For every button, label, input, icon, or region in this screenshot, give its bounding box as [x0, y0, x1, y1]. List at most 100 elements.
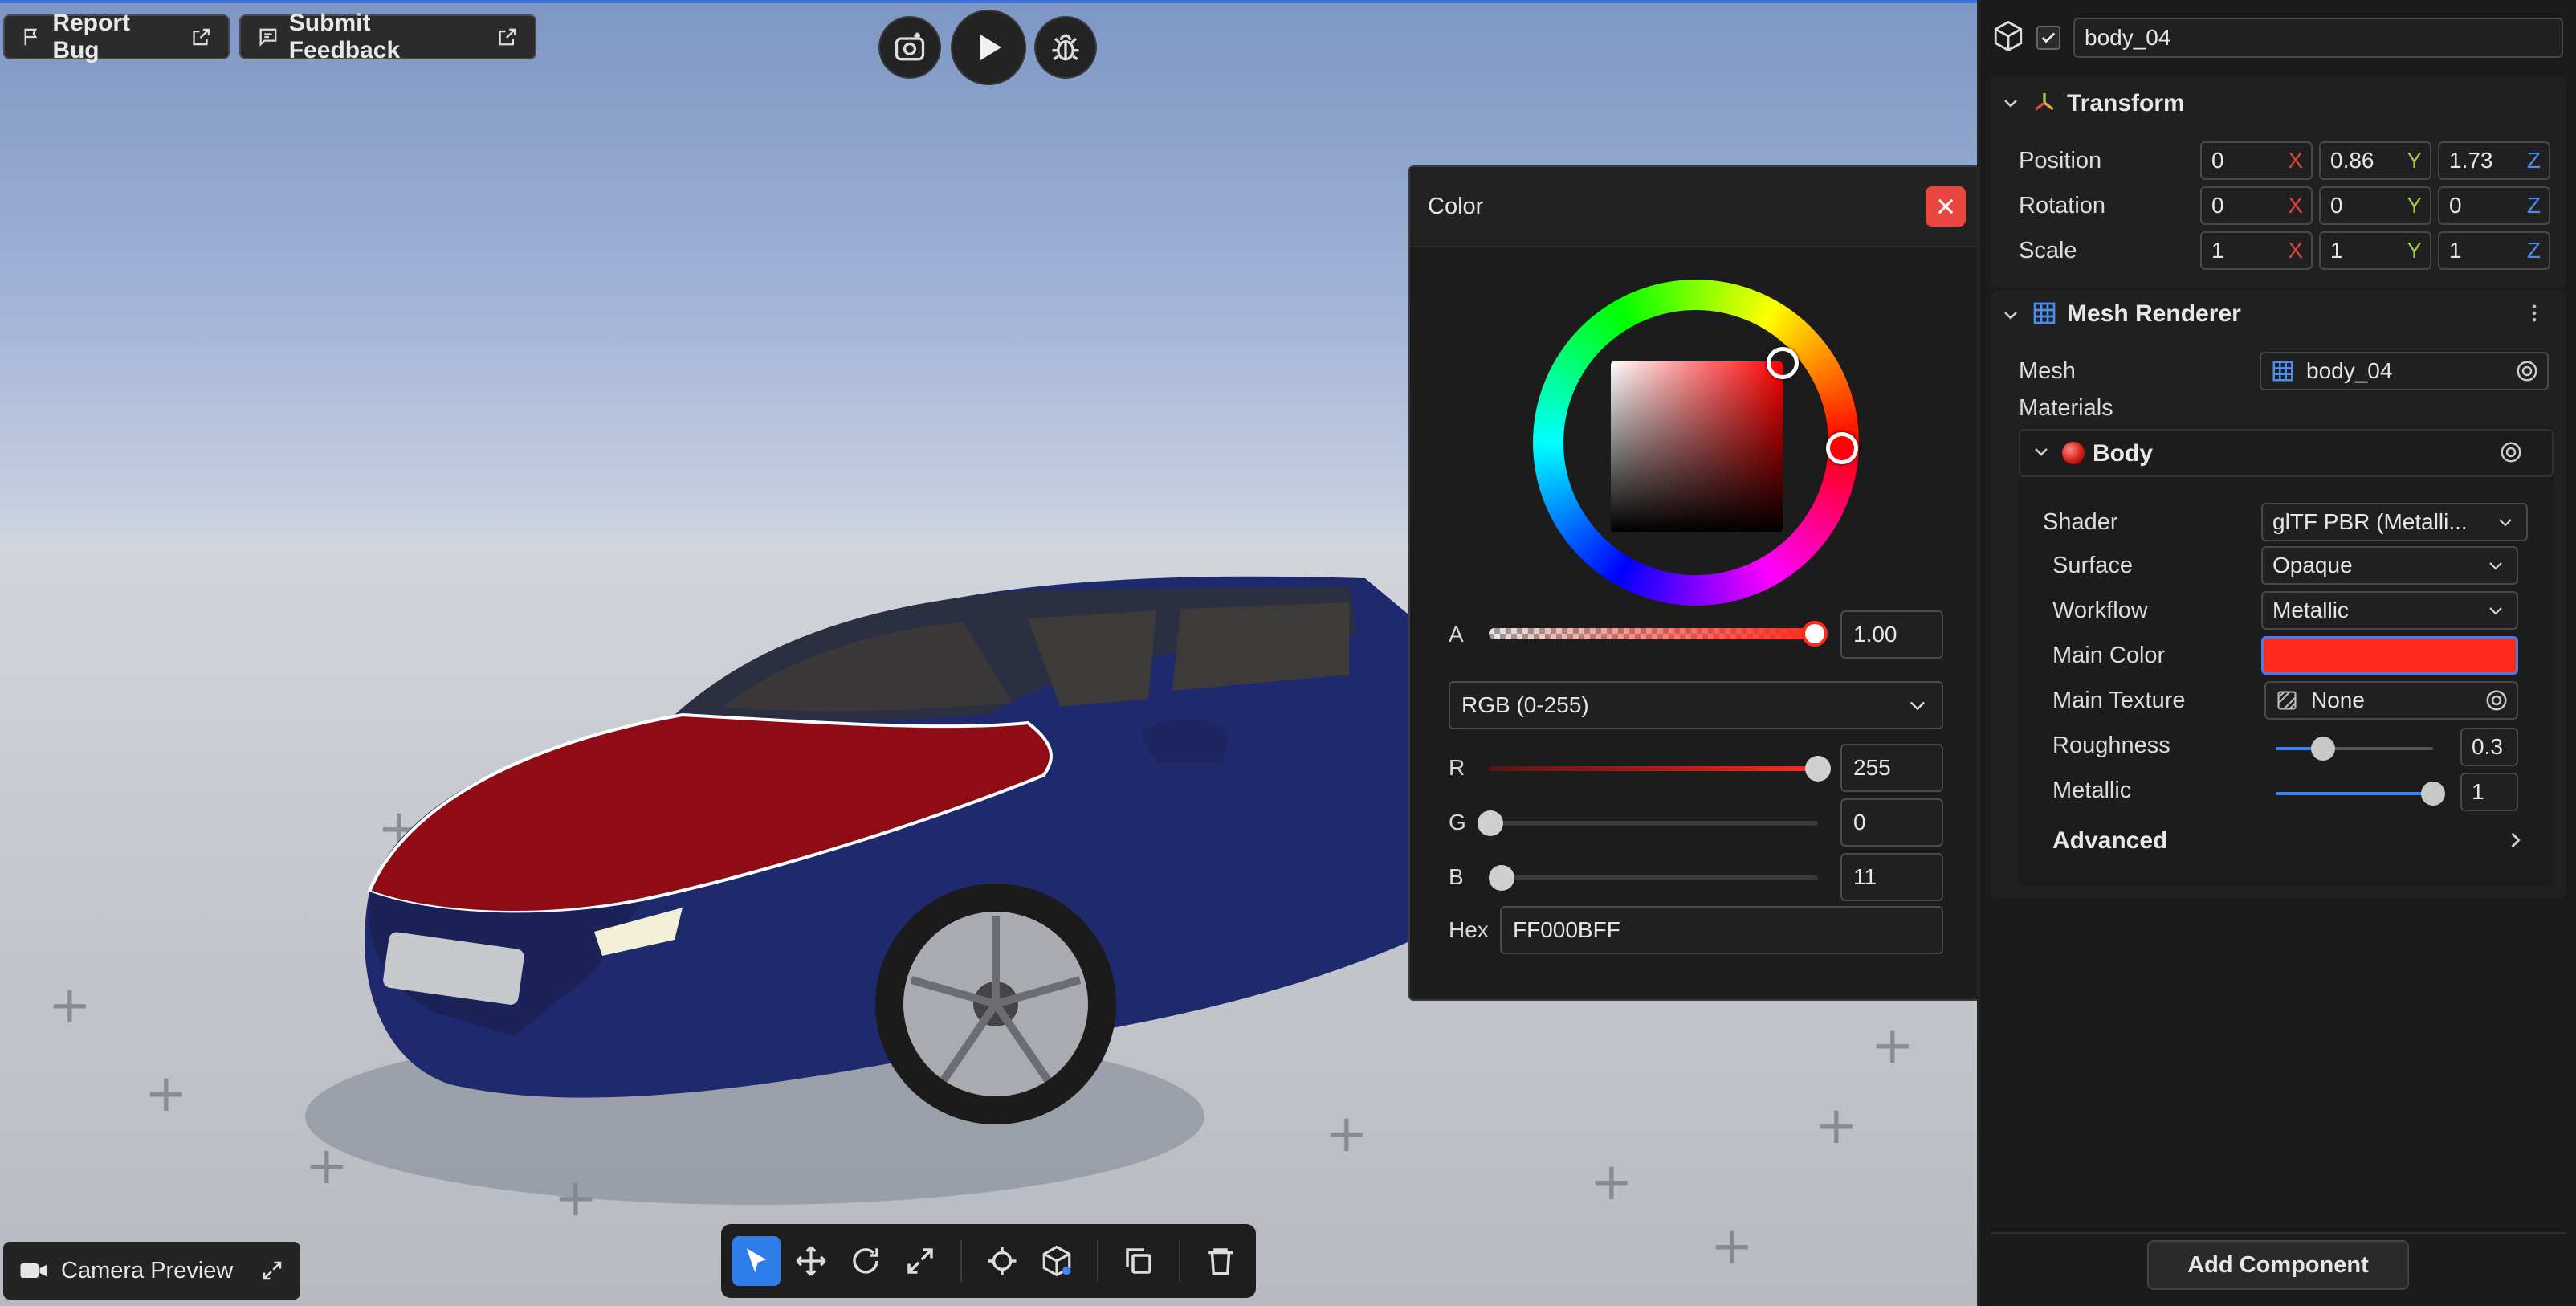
main-color-label: Main Color — [2052, 643, 2166, 668]
position-y-input[interactable]: 0.86 Y — [2319, 141, 2431, 180]
local-space-button[interactable] — [1033, 1236, 1081, 1286]
r-slider[interactable] — [1489, 766, 1818, 771]
camera-plus-icon — [895, 32, 925, 61]
camera-preview-toggle[interactable]: Camera Preview — [3, 1242, 300, 1300]
axis-z-label: Z — [2526, 148, 2541, 173]
select-tool-button[interactable] — [732, 1236, 781, 1286]
g-slider[interactable] — [1489, 821, 1818, 826]
target-icon[interactable] — [2515, 359, 2539, 383]
b-input[interactable]: 11 — [1840, 853, 1943, 901]
expand-icon[interactable] — [260, 1259, 284, 1283]
scale-y-input[interactable]: 1Y — [2319, 231, 2431, 270]
rotation-y-value: 0 — [2330, 193, 2343, 218]
r-input[interactable]: 255 — [1840, 744, 1943, 792]
chevron-down-icon[interactable] — [2001, 93, 2020, 112]
workflow-select[interactable]: Metallic — [2261, 591, 2518, 630]
pivot-tool-button[interactable] — [978, 1236, 1026, 1286]
rotation-z-input[interactable]: 0Z — [2438, 186, 2550, 225]
rotation-z-value: 0 — [2449, 193, 2462, 218]
scale-x-value: 1 — [2211, 238, 2224, 263]
ground-grid-marker: + — [1815, 1096, 1858, 1156]
viewport-top-border — [0, 0, 1977, 3]
scale-tool-button[interactable] — [896, 1236, 944, 1286]
external-link-icon — [499, 28, 516, 46]
g-slider-thumb[interactable] — [1478, 810, 1503, 836]
main-texture-field[interactable]: None — [2264, 681, 2518, 720]
surface-select[interactable]: Opaque — [2261, 546, 2518, 585]
b-slider-thumb[interactable] — [1489, 865, 1514, 891]
scale-z-input[interactable]: 1Z — [2438, 231, 2550, 270]
add-component-button[interactable]: Add Component — [2147, 1240, 2409, 1290]
target-icon[interactable] — [2499, 440, 2523, 464]
close-icon — [1938, 198, 1954, 214]
ground-grid-marker: + — [48, 976, 92, 1035]
rotation-y-input[interactable]: 0Y — [2319, 186, 2431, 225]
workflow-value: Metallic — [2272, 598, 2349, 622]
saturation-value-square[interactable] — [1611, 361, 1783, 532]
sv-handle[interactable] — [1767, 347, 1799, 379]
alpha-slider-thumb[interactable] — [1802, 621, 1828, 647]
position-z-input[interactable]: 1.73 Z — [2438, 141, 2550, 180]
shader-select[interactable]: glTF PBR (Metalli... — [2261, 503, 2528, 541]
more-vertical-icon[interactable] — [2523, 302, 2545, 324]
position-x-input[interactable]: 0X — [2200, 141, 2313, 180]
roughness-slider-thumb[interactable] — [2311, 737, 2335, 761]
cursor-icon — [746, 1248, 767, 1272]
play-button[interactable] — [951, 10, 1026, 85]
screenshot-button[interactable] — [878, 16, 941, 79]
move-tool-button[interactable] — [787, 1236, 835, 1286]
duplicate-button[interactable] — [1115, 1236, 1163, 1286]
close-button[interactable] — [1926, 186, 1966, 227]
g-input[interactable]: 0 — [1840, 798, 1943, 847]
transform-toolbar — [721, 1224, 1256, 1298]
hue-handle[interactable] — [1826, 432, 1858, 464]
axis-x-label: X — [2288, 193, 2303, 218]
report-bug-button[interactable]: Report Bug — [3, 10, 230, 63]
position-y-value: 0.86 — [2330, 148, 2374, 173]
advanced-label[interactable]: Advanced — [2052, 827, 2167, 855]
color-mode-select[interactable]: RGB (0-255) — [1449, 681, 1943, 729]
metallic-slider-thumb[interactable] — [2421, 782, 2445, 806]
debug-button[interactable] — [1034, 16, 1097, 79]
metallic-input[interactable]: 1 — [2460, 773, 2518, 811]
scale-x-input[interactable]: 1X — [2200, 231, 2313, 270]
active-checkbox[interactable] — [2036, 26, 2060, 50]
mesh-field[interactable]: body_04 — [2260, 352, 2549, 390]
mesh-grid-icon — [2272, 361, 2293, 382]
rotation-x-input[interactable]: 0X — [2200, 186, 2313, 225]
position-x-value: 0 — [2211, 148, 2224, 173]
object-name-input[interactable]: body_04 — [2073, 18, 2563, 58]
main-color-swatch[interactable] — [2261, 636, 2518, 675]
rotate-tool-button[interactable] — [842, 1236, 890, 1286]
roughness-input[interactable]: 0.3 — [2460, 728, 2518, 766]
move-icon — [796, 1246, 826, 1276]
delete-button[interactable] — [1196, 1236, 1245, 1286]
axis-y-label: Y — [2407, 148, 2422, 173]
chevron-right-icon[interactable] — [2504, 829, 2526, 851]
hex-input[interactable]: FF000BFF — [1500, 906, 1943, 954]
r-slider-thumb[interactable] — [1805, 756, 1831, 782]
chevron-down-icon[interactable] — [2001, 305, 2020, 324]
external-link-icon — [193, 28, 210, 46]
play-icon — [980, 35, 1001, 60]
r-label: R — [1449, 755, 1465, 780]
video-camera-icon — [20, 1263, 47, 1278]
metallic-label: Metallic — [2052, 777, 2132, 803]
main-texture-label: Main Texture — [2052, 688, 2186, 713]
toolbar-divider — [1179, 1240, 1180, 1282]
alpha-slider[interactable] — [1489, 628, 1818, 639]
color-picker-dialog: Color A 1.00 RGB (0-255) R 255 G 0 B 11 … — [1408, 165, 1983, 1001]
b-slider[interactable] — [1489, 875, 1818, 880]
cube-icon — [1994, 20, 2023, 52]
alpha-input[interactable]: 1.00 — [1840, 610, 1943, 659]
scale-icon — [907, 1248, 933, 1274]
chevron-down-icon[interactable] — [2032, 442, 2051, 461]
car-model[interactable] — [305, 554, 1429, 1213]
submit-feedback-button[interactable]: Submit Feedback — [239, 10, 536, 63]
ground-grid-marker: + — [1871, 1016, 1914, 1075]
scale-z-value: 1 — [2449, 238, 2462, 263]
rotate-icon — [853, 1248, 878, 1274]
axis-z-label: Z — [2526, 193, 2541, 218]
target-icon[interactable] — [2484, 688, 2509, 712]
message-icon — [259, 28, 277, 47]
